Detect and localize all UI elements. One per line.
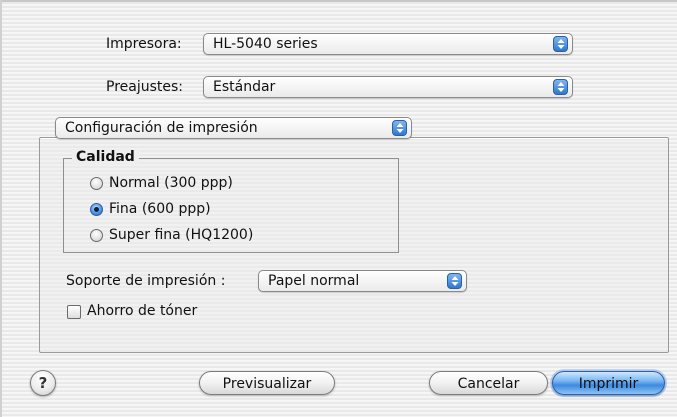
preview-button[interactable]: Previsualizar (199, 371, 335, 395)
presets-popup[interactable]: Estándar (203, 76, 573, 98)
radio-button-selected[interactable] (90, 203, 103, 216)
presets-label: Preajustes: (106, 79, 184, 95)
window-top-edge (0, 0, 677, 2)
section-popup[interactable]: Configuración de impresión (55, 117, 412, 139)
chevron-updown-icon (553, 79, 568, 95)
media-popup[interactable]: Papel normal (258, 270, 467, 292)
toner-save-label: Ahorro de tóner (87, 303, 198, 319)
section-popup-value: Configuración de impresión (65, 120, 258, 136)
quality-group-title: Calidad (72, 149, 139, 165)
chevron-updown-icon (553, 36, 568, 52)
printer-popup-value: HL-5040 series (213, 36, 318, 52)
media-label: Soporte de impresión : (66, 273, 226, 289)
quality-option-label: Normal (300 ppp) (109, 175, 233, 191)
chevron-updown-icon (392, 120, 407, 136)
printer-popup[interactable]: HL-5040 series (203, 33, 573, 55)
window-left-edge (0, 0, 2, 417)
toner-save-checkbox[interactable] (67, 305, 81, 319)
help-button[interactable]: ? (30, 370, 56, 396)
radio-button[interactable] (90, 229, 103, 242)
quality-option-label: Super fina (HQ1200) (109, 227, 254, 243)
cancel-button[interactable]: Cancelar (429, 371, 548, 395)
radio-button[interactable] (90, 177, 103, 190)
media-popup-value: Papel normal (268, 273, 360, 289)
chevron-updown-icon (447, 273, 462, 289)
printer-label: Impresora: (106, 36, 182, 52)
quality-option-label: Fina (600 ppp) (109, 201, 211, 217)
presets-popup-value: Estándar (213, 79, 276, 95)
print-button[interactable]: Imprimir (552, 371, 665, 395)
